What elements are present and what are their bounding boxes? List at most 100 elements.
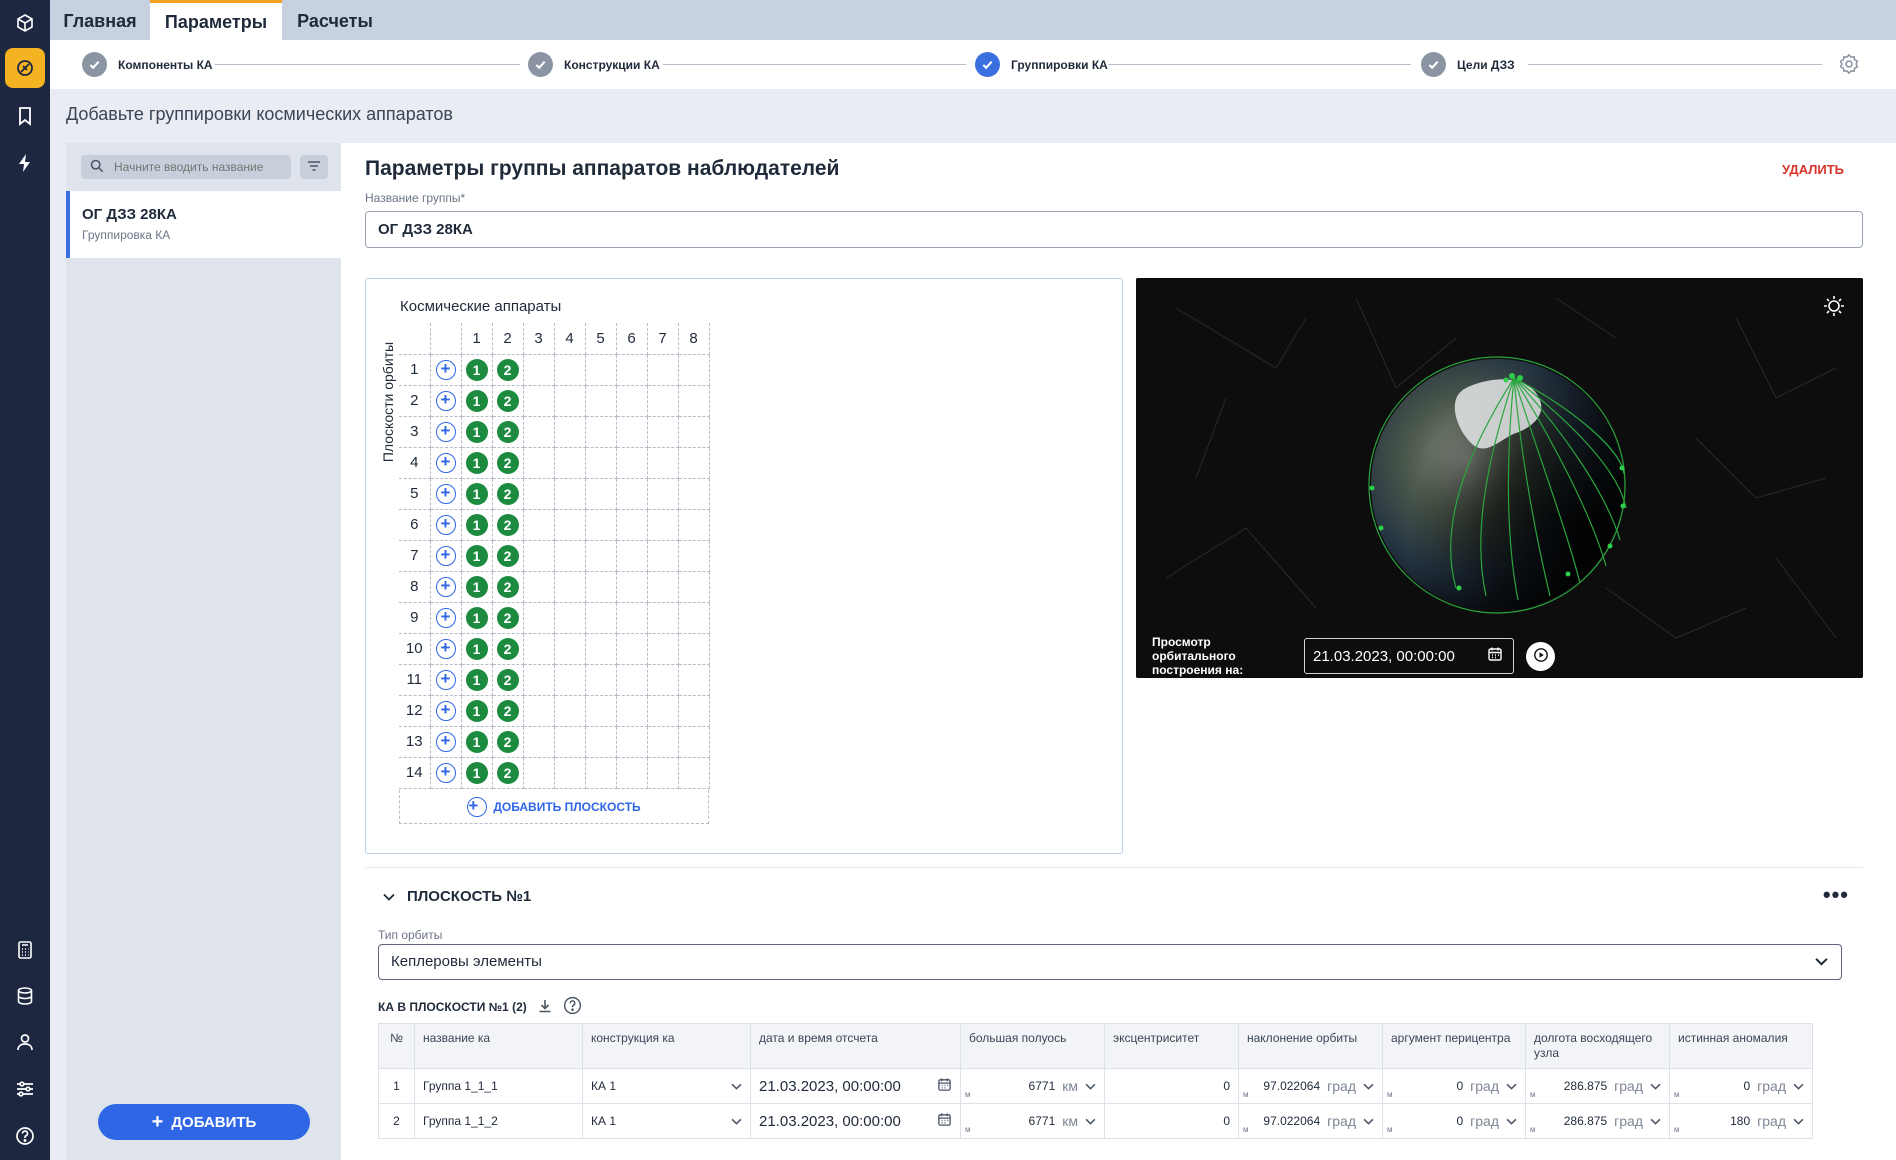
plus-circle-icon[interactable]: + [435, 390, 456, 411]
plus-circle-icon[interactable]: + [435, 731, 456, 752]
more-options-icon[interactable]: ••• [1823, 882, 1849, 908]
calculator-icon[interactable] [5, 930, 45, 970]
group-name-field[interactable]: ОГ ДЗЗ 28КА [365, 211, 1863, 248]
add-sat-cell[interactable]: + [429, 539, 462, 572]
add-sat-cell[interactable]: + [429, 415, 462, 448]
sat-cell[interactable]: 1 [460, 570, 493, 603]
satellite-badge[interactable]: 2 [496, 637, 519, 660]
add-sat-cell[interactable]: + [429, 477, 462, 510]
plane-header[interactable]: ПЛОСКОСТЬ №1 [383, 888, 531, 905]
sat-cell[interactable]: 2 [491, 384, 524, 417]
sliders-icon[interactable] [5, 1069, 45, 1109]
satellite-badge[interactable]: 2 [496, 575, 519, 598]
help-circle-icon[interactable] [563, 996, 582, 1018]
add-sat-cell[interactable]: + [429, 601, 462, 634]
semi-major-axis-cell[interactable]: м 6771 км [960, 1103, 1105, 1139]
viewer-datetime-field[interactable]: 21.03.2023, 00:00:00 [1304, 638, 1514, 674]
argument-periapsis-cell[interactable]: м 0 град [1382, 1103, 1526, 1139]
chevron-down-icon[interactable] [731, 1079, 742, 1093]
search-box[interactable] [81, 155, 291, 179]
sat-cell[interactable]: 2 [491, 632, 524, 665]
search-input[interactable] [114, 160, 284, 174]
chevron-down-icon[interactable] [1363, 1079, 1374, 1093]
filter-button[interactable] [300, 155, 328, 179]
sat-cell[interactable]: 2 [491, 508, 524, 541]
satellite-badge[interactable]: 1 [465, 389, 488, 412]
sat-cell[interactable]: 2 [491, 539, 524, 572]
add-plane-button[interactable]: + ДОБАВИТЬ ПЛОСКОСТЬ [399, 790, 709, 824]
plus-circle-icon[interactable]: + [435, 483, 456, 504]
plus-circle-icon[interactable]: + [435, 514, 456, 535]
satellite-badge[interactable]: 1 [465, 730, 488, 753]
datetime-cell[interactable]: 21.03.2023, 00:00:00 [750, 1068, 961, 1104]
chevron-down-icon[interactable] [1650, 1114, 1661, 1128]
step-components[interactable]: Компоненты КА [82, 52, 213, 77]
inclination-cell[interactable]: м 97.022064 град [1238, 1068, 1383, 1104]
sat-cell[interactable]: 2 [491, 725, 524, 758]
unit-select[interactable]: град [1614, 1113, 1643, 1129]
satellite-badge[interactable]: 2 [496, 606, 519, 629]
sat-cell[interactable]: 1 [460, 632, 493, 665]
sat-cell[interactable]: 2 [491, 756, 524, 789]
satellite-badge[interactable]: 2 [496, 668, 519, 691]
sat-cell[interactable]: 2 [491, 446, 524, 479]
add-sat-cell[interactable]: + [429, 632, 462, 665]
sat-cell[interactable]: 2 [491, 694, 524, 727]
satellite-badge[interactable]: 1 [465, 761, 488, 784]
chevron-down-icon[interactable] [1363, 1114, 1374, 1128]
add-sat-cell[interactable]: + [429, 570, 462, 603]
chevron-down-icon[interactable] [1085, 1079, 1096, 1093]
plus-circle-icon[interactable]: + [435, 545, 456, 566]
plus-circle-icon[interactable]: + [435, 762, 456, 783]
sat-cell[interactable]: 2 [491, 415, 524, 448]
unit-select[interactable]: км [1062, 1078, 1078, 1094]
true-anomaly-cell[interactable]: м 0 град [1669, 1068, 1813, 1104]
satellite-badge[interactable]: 2 [496, 482, 519, 505]
plus-circle-icon[interactable]: + [435, 607, 456, 628]
raan-cell[interactable]: м 286.875 град [1525, 1103, 1670, 1139]
satellite-badge[interactable]: 1 [465, 513, 488, 536]
orbit-type-select[interactable]: Кеплеровы элементы [378, 944, 1842, 980]
list-item[interactable]: ОГ ДЗЗ 28КА Группировка КА [66, 191, 341, 258]
sat-cell[interactable]: 1 [460, 384, 493, 417]
sat-cell[interactable]: 1 [460, 446, 493, 479]
bookmark-icon[interactable] [5, 96, 45, 136]
unit-select[interactable]: град [1470, 1113, 1499, 1129]
add-grouping-button[interactable]: + ДОБАВИТЬ [98, 1104, 310, 1140]
sat-cell[interactable]: 1 [460, 601, 493, 634]
sat-cell[interactable]: 1 [460, 477, 493, 510]
satellite-badge[interactable]: 2 [496, 513, 519, 536]
add-sat-cell[interactable]: + [429, 725, 462, 758]
satellite-badge[interactable]: 1 [465, 606, 488, 629]
sat-cell[interactable]: 1 [460, 508, 493, 541]
chevron-down-icon[interactable] [383, 888, 395, 905]
eccentricity-cell[interactable]: 0 [1104, 1103, 1239, 1139]
satellite-badge[interactable]: 1 [465, 637, 488, 660]
satellite-badge[interactable]: 2 [496, 420, 519, 443]
add-sat-cell[interactable]: + [429, 508, 462, 541]
argument-periapsis-cell[interactable]: м 0 град [1382, 1068, 1526, 1104]
delete-button[interactable]: УДАЛИТЬ [1782, 162, 1844, 177]
true-anomaly-cell[interactable]: м 180 град [1669, 1103, 1813, 1139]
ka-name-cell[interactable]: Группа 1_1_1 [414, 1068, 583, 1104]
calendar-icon[interactable] [1487, 646, 1503, 666]
database-icon[interactable] [5, 976, 45, 1016]
tab-main[interactable]: Главная [50, 0, 150, 40]
chevron-down-icon[interactable] [1506, 1114, 1517, 1128]
unit-select[interactable]: град [1614, 1078, 1643, 1094]
calendar-icon[interactable] [937, 1077, 952, 1095]
ka-name-cell[interactable]: Группа 1_1_2 [414, 1103, 583, 1139]
satellite-badge[interactable]: 2 [496, 451, 519, 474]
sat-cell[interactable]: 1 [460, 353, 493, 386]
play-button[interactable] [1526, 641, 1555, 671]
satellite-badge[interactable]: 1 [465, 668, 488, 691]
plus-circle-icon[interactable]: + [435, 669, 456, 690]
sat-cell[interactable]: 1 [460, 663, 493, 696]
satellite-badge[interactable]: 2 [496, 389, 519, 412]
unit-select[interactable]: град [1327, 1113, 1356, 1129]
add-sat-cell[interactable]: + [429, 384, 462, 417]
add-sat-cell[interactable]: + [429, 446, 462, 479]
construction-cell[interactable]: КА 1 [582, 1068, 751, 1104]
sat-cell[interactable]: 2 [491, 570, 524, 603]
step-constructions[interactable]: Конструкции КА [528, 52, 660, 77]
